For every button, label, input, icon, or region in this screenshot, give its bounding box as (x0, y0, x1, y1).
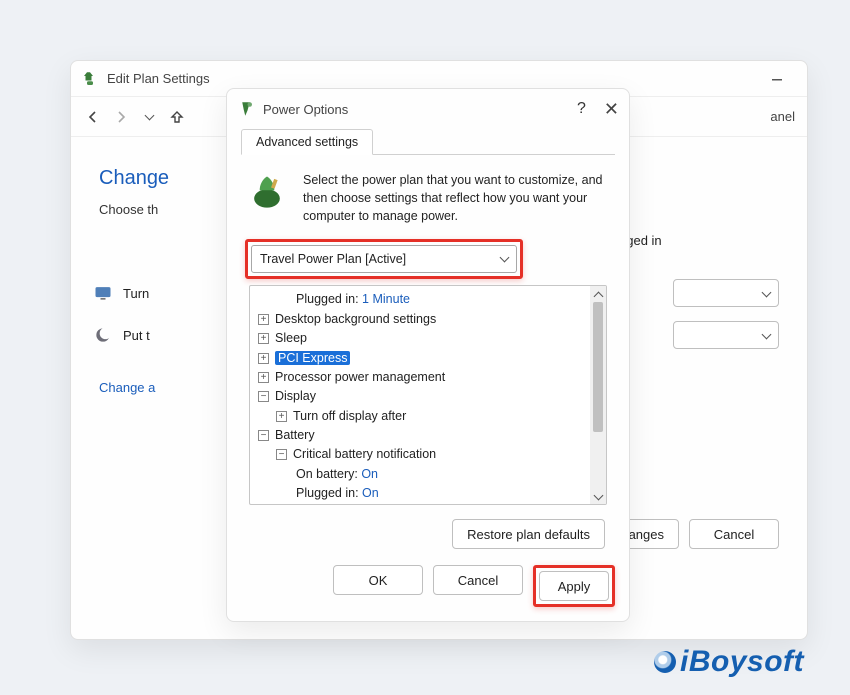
tree-row-plugged-in[interactable]: Plugged in: 1 Minute (252, 290, 588, 309)
scroll-up-icon[interactable] (590, 286, 606, 302)
tree-row-pci-express[interactable]: +PCI Express (252, 349, 588, 368)
dialog-footer: OK Cancel Apply (227, 553, 629, 607)
value-link[interactable]: On (361, 467, 378, 481)
dialog-description: Select the power plan that you want to c… (303, 171, 611, 225)
tree-scrollbar[interactable] (590, 286, 606, 504)
collapse-icon[interactable]: − (258, 430, 269, 441)
chevron-down-icon (501, 252, 508, 266)
display-plugged-dropdown[interactable] (673, 279, 779, 307)
restore-defaults-button[interactable]: Restore plan defaults (452, 519, 605, 549)
help-button[interactable]: ? (577, 100, 586, 118)
window-title: Edit Plan Settings (107, 71, 210, 86)
value-link[interactable]: On (362, 486, 379, 500)
scroll-down-icon[interactable] (590, 488, 606, 504)
tree-row-plugged-in-2[interactable]: Plugged in: On (252, 484, 588, 503)
cancel-button[interactable]: Cancel (689, 519, 779, 549)
expand-icon[interactable]: + (258, 314, 269, 325)
plan-dropdown[interactable]: Travel Power Plan [Active] (251, 245, 517, 273)
highlight-apply-button: Apply (533, 565, 615, 607)
tabstrip: Advanced settings (227, 129, 629, 155)
tab-page: Select the power plan that you want to c… (241, 154, 615, 553)
dialog-titlebar: Power Options ? ✕ (227, 89, 629, 129)
tree-row-on-battery[interactable]: On battery: On (252, 465, 588, 484)
moon-icon (93, 325, 113, 345)
power-plan-icon (81, 70, 99, 88)
sleep-plugged-dropdown[interactable] (673, 321, 779, 349)
chevron-down-icon (763, 286, 770, 301)
collapse-icon[interactable]: − (276, 449, 287, 460)
back-button[interactable] (81, 105, 105, 129)
tree-row-battery[interactable]: −Battery (252, 426, 588, 445)
scroll-thumb[interactable] (593, 302, 603, 432)
tree-row-turn-off-display[interactable]: +Turn off display after (252, 407, 588, 426)
watermark-text: iBoysoft (680, 645, 804, 679)
dialog-title: Power Options (263, 102, 348, 117)
settings-tree: Plugged in: 1 Minute +Desktop background… (249, 285, 607, 505)
close-button[interactable]: ✕ (604, 99, 619, 120)
tree-row-processor[interactable]: +Processor power management (252, 368, 588, 387)
dialog-cancel-button[interactable]: Cancel (433, 565, 523, 595)
watermark: iBoysoft (654, 645, 804, 679)
highlight-plan-dropdown: Travel Power Plan [Active] (245, 239, 523, 279)
expand-icon[interactable]: + (258, 333, 269, 344)
collapse-icon[interactable]: − (258, 391, 269, 402)
up-button[interactable] (165, 105, 189, 129)
expand-icon[interactable]: + (258, 353, 269, 364)
ok-button[interactable]: OK (333, 565, 423, 595)
watermark-icon (654, 651, 676, 673)
forward-button[interactable] (109, 105, 133, 129)
power-options-dialog: Power Options ? ✕ Advanced settings Sele… (226, 88, 630, 622)
tree-row-critical-battery[interactable]: −Critical battery notification (252, 445, 588, 464)
tree-row-desktop-bg[interactable]: +Desktop background settings (252, 310, 588, 329)
column-header-plugged: gged in (619, 233, 779, 248)
expand-icon[interactable]: + (258, 372, 269, 383)
plan-dropdown-value: Travel Power Plan [Active] (260, 252, 406, 266)
history-dropdown[interactable] (137, 105, 161, 129)
power-plan-large-icon (245, 171, 289, 215)
minimize-button[interactable] (757, 61, 797, 96)
tab-advanced-settings[interactable]: Advanced settings (241, 129, 373, 155)
breadcrumb-tail[interactable]: anel (770, 109, 795, 124)
power-options-icon (237, 100, 255, 118)
expand-icon[interactable]: + (276, 411, 287, 422)
tree-row-display[interactable]: −Display (252, 387, 588, 406)
value-link[interactable]: 1 Minute (362, 292, 410, 306)
display-icon (93, 283, 113, 303)
apply-button[interactable]: Apply (539, 571, 609, 601)
chevron-down-icon (763, 328, 770, 343)
tree-row-sleep[interactable]: +Sleep (252, 329, 588, 348)
